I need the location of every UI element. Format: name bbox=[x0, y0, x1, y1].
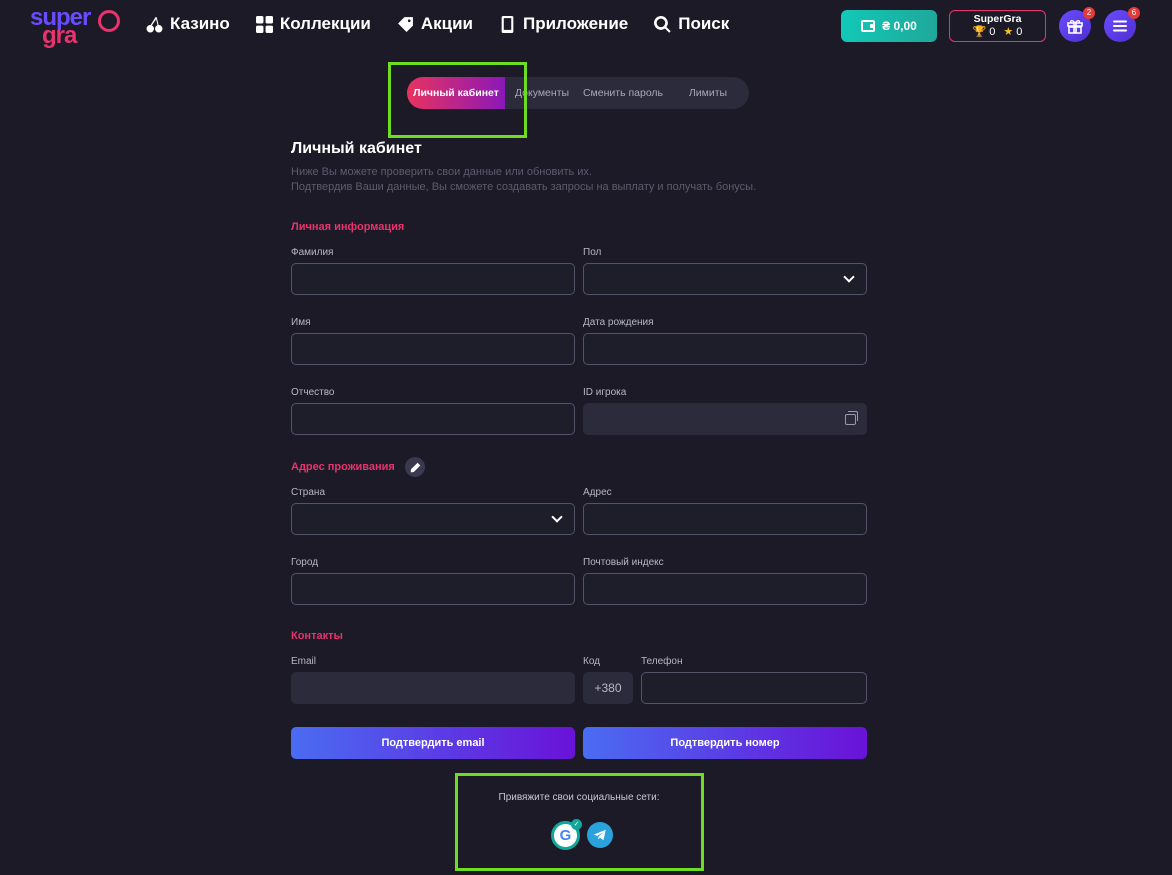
surname-input[interactable] bbox=[291, 263, 575, 295]
user-name: SuperGra bbox=[973, 13, 1022, 25]
address-label: Адрес bbox=[583, 487, 612, 498]
gift-badge: 2 bbox=[1083, 7, 1095, 19]
chevron-down-icon bbox=[551, 511, 563, 523]
check-icon: ✓ bbox=[571, 819, 582, 830]
chevron-down-icon bbox=[843, 271, 855, 283]
pencil-icon bbox=[410, 462, 420, 472]
nav-search[interactable]: Поиск bbox=[654, 14, 729, 34]
page-description: Ниже Вы можете проверить свои данные или… bbox=[291, 165, 756, 195]
menu-badge: 6 bbox=[1128, 7, 1140, 19]
confirm-email-button[interactable]: Подтвердить email bbox=[291, 727, 575, 759]
main-nav: Казино Коллекции Акции Приложение Поиск bbox=[146, 14, 729, 34]
menu-button[interactable]: 6 bbox=[1104, 7, 1140, 42]
email-label: Email bbox=[291, 656, 317, 667]
patronymic-label: Отчество bbox=[291, 387, 335, 398]
birthdate-label: Дата рождения bbox=[583, 317, 654, 328]
gender-label: Пол bbox=[583, 247, 602, 258]
phone-icon bbox=[501, 15, 514, 33]
logo-text-bottom: gra bbox=[42, 22, 77, 49]
city-label: Город bbox=[291, 557, 319, 568]
city-input[interactable] bbox=[291, 573, 575, 605]
page-title: Личный кабинет bbox=[291, 140, 422, 157]
confirm-phone-button[interactable]: Подтвердить номер bbox=[583, 727, 867, 759]
trophy-count: 0 bbox=[989, 26, 996, 38]
google-link-button[interactable]: G ✓ bbox=[551, 819, 582, 850]
copy-icon[interactable] bbox=[845, 410, 858, 425]
phone-code: +380 bbox=[583, 672, 633, 704]
grid-icon bbox=[255, 15, 273, 33]
user-status[interactable]: SuperGra 🏆 0 ★ 0 bbox=[949, 10, 1046, 42]
nav-promotions-label: Акции bbox=[420, 14, 473, 33]
social-title: Привяжите свои социальные сети: bbox=[498, 792, 660, 803]
player-id-label: ID игрока bbox=[583, 387, 627, 398]
nav-collections-label: Коллекции bbox=[279, 14, 371, 33]
tag-icon bbox=[397, 16, 413, 32]
gift-icon bbox=[1067, 20, 1083, 34]
postal-input[interactable] bbox=[583, 573, 867, 605]
nav-app[interactable]: Приложение bbox=[499, 14, 628, 34]
name-label: Имя bbox=[291, 317, 311, 328]
birthdate-input[interactable] bbox=[583, 333, 867, 365]
tab-limits[interactable]: Лимиты bbox=[667, 77, 749, 109]
star-icon: ★ bbox=[1003, 26, 1014, 38]
hamburger-icon bbox=[1113, 20, 1127, 32]
wallet-icon bbox=[861, 20, 876, 32]
page-description-line-2: Подтвердив Ваши данные, Вы сможете созда… bbox=[291, 181, 757, 193]
wallet-button[interactable]: ₴ 0,00 bbox=[841, 10, 937, 42]
telegram-link-button[interactable] bbox=[587, 822, 613, 848]
search-icon bbox=[654, 15, 671, 33]
postal-label: Почтовый индекс bbox=[583, 557, 664, 568]
edit-address-button[interactable] bbox=[405, 457, 425, 477]
phone-label: Телефон bbox=[641, 656, 683, 667]
page-description-line-1: Ниже Вы можете проверить свои данные или… bbox=[291, 166, 592, 178]
logo[interactable]: super gra bbox=[28, 4, 124, 49]
highlight-box-tab bbox=[388, 62, 527, 138]
nav-promotions[interactable]: Акции bbox=[397, 14, 473, 34]
nav-casino[interactable]: Казино bbox=[146, 14, 230, 34]
name-input[interactable] bbox=[291, 333, 575, 365]
nav-search-label: Поиск bbox=[678, 14, 730, 33]
google-icon: G bbox=[559, 827, 572, 844]
country-select[interactable] bbox=[291, 503, 575, 535]
address-input[interactable] bbox=[583, 503, 867, 535]
nav-collections[interactable]: Коллекции bbox=[255, 14, 371, 34]
star-count: 0 bbox=[1016, 26, 1023, 38]
trophy-icon: 🏆 bbox=[972, 26, 987, 38]
section-contacts: Контакты bbox=[291, 630, 343, 642]
nav-app-label: Приложение bbox=[522, 14, 629, 33]
cherry-icon bbox=[146, 16, 163, 32]
telegram-icon bbox=[593, 829, 606, 841]
gender-select[interactable] bbox=[583, 263, 867, 295]
section-address: Адрес проживания bbox=[291, 461, 395, 473]
section-personal-info: Личная информация bbox=[291, 221, 405, 233]
email-field[interactable] bbox=[291, 672, 575, 704]
logo-ball-icon bbox=[98, 10, 120, 32]
patronymic-input[interactable] bbox=[291, 403, 575, 435]
phone-input[interactable] bbox=[641, 672, 867, 704]
wallet-balance: ₴ 0,00 bbox=[882, 19, 917, 33]
header: super gra Казино Коллекции Акции Приложе… bbox=[0, 0, 1172, 52]
country-label: Страна bbox=[291, 487, 326, 498]
player-id-field bbox=[583, 403, 867, 435]
gift-button[interactable]: 2 bbox=[1059, 7, 1095, 42]
surname-label: Фамилия bbox=[291, 247, 334, 258]
code-label: Код bbox=[583, 656, 601, 667]
nav-casino-label: Казино bbox=[170, 14, 230, 33]
user-stats: 🏆 0 ★ 0 bbox=[973, 26, 1023, 39]
tab-change-password[interactable]: Сменить пароль bbox=[579, 77, 667, 109]
